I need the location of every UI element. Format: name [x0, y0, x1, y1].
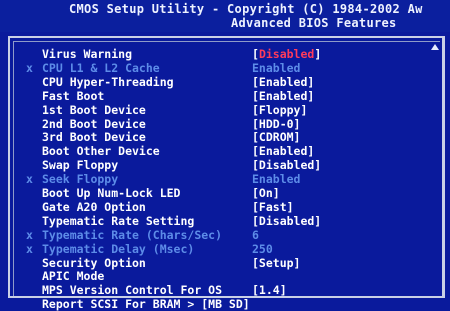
setting-value[interactable]: [Fast] [252, 200, 294, 214]
setting-row[interactable]: Boot Other Device [Enabled] [14, 144, 434, 158]
title-bar: CMOS Setup Utility - Copyright (C) 1984-… [0, 0, 450, 32]
scroll-up-arrow-icon[interactable] [431, 44, 439, 50]
setting-label: APIC Mode [42, 269, 105, 284]
page-title: Advanced BIOS Features [231, 16, 397, 30]
setting-value[interactable]: [Enabled] [252, 144, 314, 158]
setting-row[interactable]: Virus Warning [Disabled] [14, 47, 434, 61]
setting-label: CPU L1 & L2 Cache [42, 60, 160, 75]
setting-value: Enabled [252, 172, 301, 187]
setting-label: Boot Up Num-Lock LED [42, 186, 181, 200]
setting-value[interactable]: [Floppy] [252, 103, 307, 117]
setting-row[interactable]: APIC Mode [14, 269, 434, 283]
setting-row: x Seek Floppy Enabled [14, 172, 434, 186]
unavailable-marker: x [26, 241, 33, 256]
selected-setting-value[interactable]: [Disabled] [252, 47, 321, 61]
setting-row[interactable]: 1st Boot Device [Floppy] [14, 103, 434, 117]
setting-value[interactable]: [CDROM] [252, 130, 300, 144]
setting-value[interactable]: [1.4] [252, 283, 287, 297]
setting-row: x Typematic Delay (Msec) 250 [14, 242, 434, 256]
setting-label: Typematic Rate (Chars/Sec) [42, 227, 223, 242]
setting-row[interactable]: MPS Version Control For OS [1.4] [14, 283, 434, 297]
setting-label: Report SCSI For BRAM > [MB SD] [42, 297, 250, 311]
setting-value: 250 [252, 241, 273, 256]
unavailable-marker: x [26, 172, 33, 187]
setting-label: 2nd Boot Device [42, 116, 146, 131]
setting-row[interactable]: Swap Floppy [Disabled] [14, 158, 434, 172]
setting-row: x CPU L1 & L2 Cache Enabled [14, 61, 434, 75]
setting-label: MPS Version Control For OS [42, 283, 223, 298]
setting-row[interactable]: Fast Boot [Enabled] [14, 89, 434, 103]
setting-row: x Typematic Rate (Chars/Sec) 6 [14, 228, 434, 242]
setting-value[interactable]: [Disabled] [252, 158, 321, 172]
setting-label: CPU Hyper-Threading [42, 74, 174, 89]
setting-value[interactable]: [HDD-0] [252, 117, 300, 131]
setting-label: 1st Boot Device [42, 102, 146, 117]
setting-row[interactable]: 2nd Boot Device [HDD-0] [14, 117, 434, 131]
setting-label: Boot Other Device [42, 144, 160, 159]
setting-row[interactable]: Report SCSI For BRAM > [MB SD] [14, 297, 434, 311]
setting-value[interactable]: [Setup] [252, 256, 300, 270]
setting-label: 3rd Boot Device [42, 130, 146, 145]
setting-value[interactable]: [Enabled] [252, 75, 314, 89]
setting-row[interactable]: Security Option [Setup] [14, 256, 434, 270]
settings-panel: Virus Warning [Disabled] x CPU L1 & L2 Cach… [8, 36, 445, 311]
setting-row[interactable]: Typematic Rate Setting [Disabled] [14, 214, 434, 228]
setting-row[interactable]: 3rd Boot Device [CDROM] [14, 130, 434, 144]
setting-row[interactable]: Boot Up Num-Lock LED [On] [14, 186, 434, 200]
settings-list: Virus Warning [Disabled] x CPU L1 & L2 Cach… [13, 41, 440, 311]
setting-label: Seek Floppy [42, 172, 119, 187]
setting-value: Enabled [252, 60, 301, 75]
setting-label: Typematic Delay (Msec) [42, 241, 195, 256]
setting-row[interactable]: Gate A20 Option [Fast] [14, 200, 434, 214]
unavailable-marker: x [26, 60, 33, 75]
setting-value[interactable]: [Disabled] [252, 214, 321, 228]
setting-value[interactable]: [On] [252, 186, 280, 200]
unavailable-marker: x [26, 227, 33, 242]
setting-label: Swap Floppy [42, 158, 119, 173]
setting-label: Virus Warning [42, 47, 133, 61]
setting-label: Gate A20 Option [42, 199, 146, 214]
setting-label: Fast Boot [42, 88, 105, 103]
utility-title: CMOS Setup Utility - Copyright (C) 1984-… [69, 2, 423, 16]
setting-label: Typematic Rate Setting [42, 213, 195, 228]
setting-value[interactable]: [Enabled] [252, 89, 314, 103]
setting-value: 6 [252, 227, 259, 242]
setting-row[interactable]: CPU Hyper-Threading [Enabled] [14, 75, 434, 89]
setting-label: Security Option [42, 255, 146, 270]
